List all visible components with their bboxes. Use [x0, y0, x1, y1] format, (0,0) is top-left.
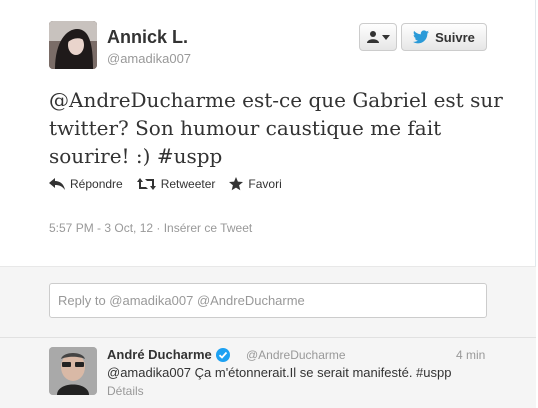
reply-time[interactable]: 4 min [456, 348, 485, 362]
star-icon [229, 177, 244, 191]
avatar-photo-icon [49, 347, 97, 395]
follow-button[interactable]: Suivre [401, 23, 487, 51]
reply-label: Répondre [70, 177, 123, 191]
reply-section: Reply to @amadika007 @AndreDucharme Andr… [0, 266, 536, 408]
reply-author-handle[interactable]: @AndreDucharme [246, 348, 346, 362]
reply-author-name-text: André Ducharme [107, 347, 212, 362]
retweet-label: Retweeter [160, 177, 216, 191]
favorite-action[interactable]: Favori [229, 177, 282, 191]
user-icon [367, 31, 379, 43]
follow-label: Suivre [435, 29, 475, 45]
author-name[interactable]: Annick L. [107, 27, 188, 48]
reply-author-avatar[interactable] [49, 347, 97, 395]
author-handle[interactable]: @amadika007 [107, 51, 191, 66]
tweet-text: @AndreDucharme est-ce que Gabriel est su… [49, 88, 503, 168]
caret-down-icon [382, 35, 390, 40]
user-actions-dropdown[interactable] [359, 23, 397, 51]
reply-text: @amadika007 Ça m'étonnerait.Il se serait… [107, 365, 452, 380]
author-avatar[interactable] [49, 21, 97, 69]
reply-input[interactable]: Reply to @amadika007 @AndreDucharme [49, 283, 487, 318]
favorite-label: Favori [248, 177, 282, 191]
reply-author-name[interactable]: André Ducharme [107, 347, 230, 362]
twitter-bird-icon [413, 30, 430, 44]
reply-details-link[interactable]: Détails [107, 384, 144, 398]
tweet-timestamp[interactable]: 5:57 PM - 3 Oct, 12 · Insérer ce Tweet [49, 221, 252, 235]
reply-action[interactable]: Répondre [49, 177, 123, 191]
tweet-actions: Répondre Retweeter Favori [49, 177, 282, 191]
tweet-card: Annick L. @amadika007 Suivre @AndreDucha… [0, 0, 536, 408]
retweet-icon [136, 178, 156, 190]
divider [0, 337, 536, 338]
retweet-action[interactable]: Retweeter [136, 177, 216, 191]
avatar-photo-icon [49, 21, 97, 69]
reply-icon [49, 178, 65, 190]
verified-badge-icon [215, 347, 230, 362]
